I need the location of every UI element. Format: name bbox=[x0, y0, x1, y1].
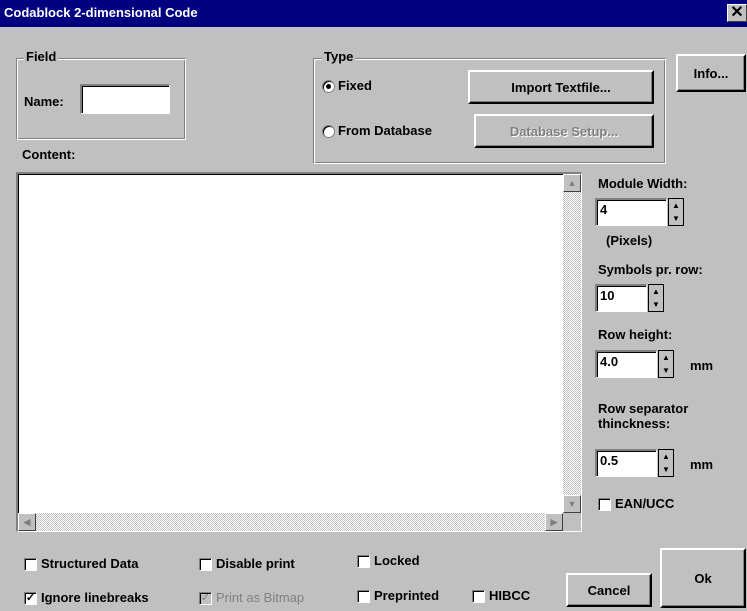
scroll-right-icon[interactable]: ▶ bbox=[545, 513, 563, 531]
radio-database-label: From Database bbox=[338, 123, 432, 138]
row-height-spinner[interactable]: ▲ ▼ bbox=[658, 350, 674, 378]
symbols-per-row-input[interactable]: 10 bbox=[595, 284, 647, 312]
preprinted-checkbox[interactable]: Preprinted bbox=[357, 588, 440, 604]
spin-up-icon[interactable]: ▲ bbox=[662, 452, 670, 461]
radio-fixed-label: Fixed bbox=[338, 78, 372, 93]
module-width-input[interactable]: 4 bbox=[595, 198, 667, 226]
radio-from-database[interactable]: From Database bbox=[322, 123, 432, 139]
ignore-linebreaks-checkbox[interactable]: ✓ Ignore linebreaks bbox=[24, 590, 149, 606]
checkbox-box bbox=[357, 590, 370, 604]
row-height-input[interactable]: 4.0 bbox=[595, 350, 657, 378]
spin-up-icon[interactable]: ▲ bbox=[662, 353, 670, 362]
radio-fixed-indicator bbox=[322, 80, 335, 94]
scroll-down-icon[interactable]: ▼ bbox=[563, 495, 581, 513]
checkbox-box bbox=[357, 555, 370, 569]
scroll-up-icon[interactable]: ▲ bbox=[563, 174, 581, 192]
scrollbar-corner bbox=[563, 513, 581, 531]
spin-down-icon[interactable]: ▼ bbox=[662, 465, 670, 474]
row-separator-unit: mm bbox=[690, 457, 714, 472]
module-width-label: Module Width: bbox=[598, 176, 688, 191]
row-height-unit: mm bbox=[690, 358, 714, 373]
module-width-spinner[interactable]: ▲ ▼ bbox=[668, 198, 684, 226]
row-separator-spinner[interactable]: ▲ ▼ bbox=[658, 449, 674, 477]
module-width-unit: (Pixels) bbox=[606, 233, 653, 248]
checkbox-box bbox=[199, 558, 212, 572]
spin-up-icon[interactable]: ▲ bbox=[672, 201, 680, 210]
print-as-bitmap-label: Print as Bitmap bbox=[216, 590, 305, 605]
ean-ucc-label: EAN/UCC bbox=[615, 496, 675, 511]
check-mark-icon: ✓ bbox=[24, 592, 37, 606]
disable-print-label: Disable print bbox=[216, 556, 295, 571]
content-label: Content: bbox=[22, 147, 76, 162]
database-setup-button: Database Setup... bbox=[474, 114, 654, 148]
print-as-bitmap-checkbox: ✓ Print as Bitmap bbox=[199, 590, 305, 606]
locked-checkbox[interactable]: Locked bbox=[357, 553, 420, 569]
symbols-per-row-spinner[interactable]: ▲ ▼ bbox=[648, 284, 664, 312]
close-icon[interactable]: ✕ bbox=[727, 4, 747, 22]
import-textfile-button[interactable]: Import Textfile... bbox=[468, 70, 654, 104]
spin-down-icon[interactable]: ▼ bbox=[662, 366, 670, 375]
name-label: Name: bbox=[24, 94, 64, 109]
checkbox-box bbox=[24, 558, 37, 572]
disable-print-checkbox[interactable]: Disable print bbox=[199, 556, 295, 572]
row-separator-label-line2: thinckness: bbox=[598, 416, 671, 431]
row-separator-label-line1: Row separator bbox=[598, 401, 689, 416]
horizontal-scrollbar[interactable]: ◀ ▶ bbox=[18, 513, 563, 531]
spin-up-icon[interactable]: ▲ bbox=[652, 287, 660, 296]
radio-database-indicator bbox=[322, 125, 335, 139]
locked-label: Locked bbox=[374, 553, 420, 568]
field-group-legend: Field bbox=[24, 49, 59, 64]
spin-down-icon[interactable]: ▼ bbox=[672, 214, 680, 223]
preprinted-label: Preprinted bbox=[374, 588, 440, 603]
hibcc-label: HIBCC bbox=[489, 588, 531, 603]
checkbox-box bbox=[598, 498, 611, 512]
content-textarea[interactable]: ▲ ▼ ◀ ▶ bbox=[16, 172, 582, 532]
row-separator-input[interactable]: 0.5 bbox=[595, 449, 657, 477]
row-height-label: Row height: bbox=[598, 327, 673, 342]
vertical-scrollbar[interactable]: ▲ ▼ bbox=[563, 174, 581, 513]
check-mark-icon: ✓ bbox=[199, 592, 212, 606]
structured-data-label: Structured Data bbox=[41, 556, 139, 571]
spin-down-icon[interactable]: ▼ bbox=[652, 300, 660, 309]
info-button[interactable]: Info... bbox=[676, 54, 746, 92]
title-bar: Codablock 2-dimensional Code ✕ bbox=[0, 0, 747, 27]
checkbox-box bbox=[472, 590, 485, 604]
radio-fixed[interactable]: Fixed bbox=[322, 78, 372, 94]
ok-button[interactable]: Ok bbox=[660, 548, 746, 608]
hibcc-checkbox[interactable]: HIBCC bbox=[472, 588, 531, 604]
ignore-linebreaks-label: Ignore linebreaks bbox=[41, 590, 149, 605]
ean-ucc-checkbox[interactable]: EAN/UCC bbox=[598, 496, 675, 512]
structured-data-checkbox[interactable]: Structured Data bbox=[24, 556, 139, 572]
cancel-button[interactable]: Cancel bbox=[566, 573, 652, 607]
type-group-legend: Type bbox=[322, 49, 356, 64]
window-title: Codablock 2-dimensional Code bbox=[4, 5, 198, 20]
name-input[interactable] bbox=[80, 84, 170, 114]
symbols-per-row-label: Symbols pr. row: bbox=[598, 262, 703, 277]
scroll-left-icon[interactable]: ◀ bbox=[18, 513, 36, 531]
